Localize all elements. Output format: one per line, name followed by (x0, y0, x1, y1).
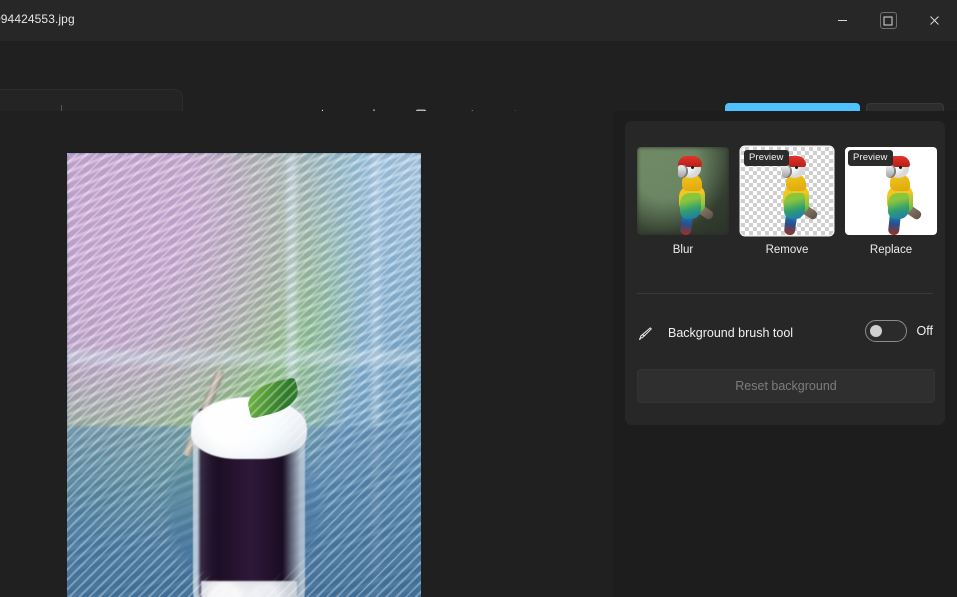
title-bar: 094424553.jpg (0, 0, 957, 41)
photos-editor-window: 094424553.jpg 23% Reset (0, 0, 957, 597)
background-option-label: Remove (765, 244, 809, 256)
parrot-eye (691, 166, 694, 169)
parrot-wing (784, 193, 805, 219)
background-option-label: Blur (672, 244, 694, 256)
window-title: 094424553.jpg (0, 12, 75, 26)
brush-toggle-group: Off (864, 320, 933, 342)
parrot-wing (888, 193, 909, 219)
caption-button-group (819, 0, 957, 41)
background-option-list: Blur Preview Remove Preview Replace (637, 147, 937, 256)
parrot-eye (899, 166, 902, 169)
background-tool-rail: Blur Preview Remove Preview Replace Back… (613, 111, 957, 597)
thumbnail-blur[interactable] (637, 147, 729, 235)
background-brush-tool-label: Background brush tool (668, 326, 794, 340)
panel-divider (637, 293, 933, 294)
background-brush-tool-row: Background brush tool Off (637, 317, 933, 349)
toggle-knob (869, 325, 882, 337)
background-option-replace[interactable]: Preview Replace (845, 147, 937, 256)
thumbnail-remove[interactable]: Preview (741, 147, 833, 235)
background-brush-toggle[interactable] (864, 320, 907, 342)
paintbrush-small-icon (637, 325, 659, 342)
parrot-illustration (667, 156, 719, 235)
restore-icon (879, 12, 897, 29)
parrot-illustration (875, 156, 927, 235)
background-selection-hatch-overlay (67, 153, 421, 597)
background-option-label: Replace (869, 244, 913, 256)
restore-button[interactable] (865, 0, 911, 41)
close-icon (927, 13, 942, 28)
parrot-eye (795, 166, 798, 169)
parrot-wing (680, 193, 701, 219)
command-bar: 23% Reset (0, 41, 957, 147)
minimize-button[interactable] (819, 0, 865, 41)
minimize-icon (835, 13, 850, 28)
background-option-blur[interactable]: Blur (637, 147, 729, 256)
background-options-panel: Blur Preview Remove Preview Replace Back… (625, 121, 945, 425)
background-option-remove[interactable]: Preview Remove (741, 147, 833, 256)
parrot-illustration (771, 156, 823, 235)
toggle-state-label: Off (916, 324, 933, 338)
image-canvas[interactable] (0, 111, 613, 597)
close-button[interactable] (911, 0, 957, 41)
preview-badge: Preview (744, 150, 789, 166)
preview-badge: Preview (848, 150, 893, 166)
edited-photo[interactable] (67, 153, 421, 597)
reset-background-button[interactable]: Reset background (637, 369, 935, 403)
thumbnail-replace[interactable]: Preview (845, 147, 937, 235)
